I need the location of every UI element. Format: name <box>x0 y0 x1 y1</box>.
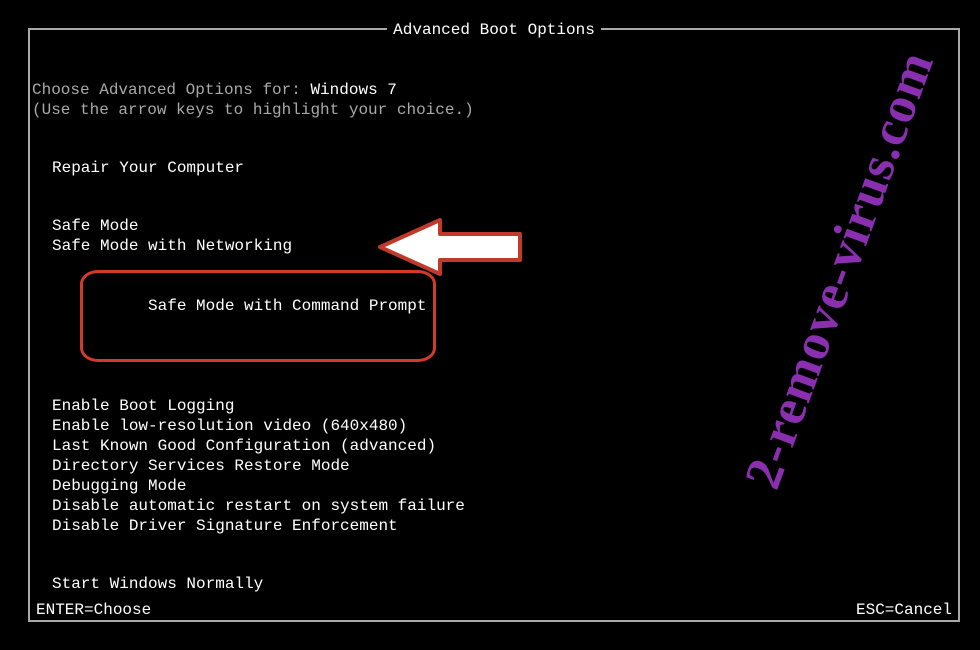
title-bar: Advanced Boot Options <box>28 30 960 50</box>
hint-line: (Use the arrow keys to highlight your ch… <box>32 100 956 120</box>
menu-item-safe-mode-cmd-label: Safe Mode with Command Prompt <box>148 297 426 315</box>
footer-bar: ENTER=Choose ESC=Cancel <box>28 600 960 620</box>
menu-item-ds-restore[interactable]: Directory Services Restore Mode <box>32 456 956 476</box>
menu-item-safe-mode-networking[interactable]: Safe Mode with Networking <box>32 236 956 256</box>
menu-item-start-normally[interactable]: Start Windows Normally <box>32 574 956 594</box>
menu-item-safe-mode[interactable]: Safe Mode <box>32 216 956 236</box>
menu-item-last-known-good[interactable]: Last Known Good Configuration (advanced) <box>32 436 956 456</box>
menu-item-low-res-video[interactable]: Enable low-resolution video (640x480) <box>32 416 956 436</box>
menu-item-boot-logging[interactable]: Enable Boot Logging <box>32 396 956 416</box>
footer-enter: ENTER=Choose <box>36 600 151 620</box>
footer-esc: ESC=Cancel <box>856 600 952 620</box>
menu-item-disable-auto-restart[interactable]: Disable automatic restart on system fail… <box>32 496 956 516</box>
menu-item-debugging[interactable]: Debugging Mode <box>32 476 956 496</box>
menu-item-repair[interactable]: Repair Your Computer <box>32 158 956 178</box>
content-area: Choose Advanced Options for: Windows 7 (… <box>32 80 956 650</box>
page-title: Advanced Boot Options <box>387 20 601 40</box>
menu-item-safe-mode-cmd[interactable]: Safe Mode with Command Prompt <box>32 256 956 376</box>
intro-prefix: Choose Advanced Options for: <box>32 81 310 99</box>
intro-line: Choose Advanced Options for: Windows 7 <box>32 80 956 100</box>
highlight-ring-icon <box>80 270 436 362</box>
os-name: Windows 7 <box>310 81 396 99</box>
menu-item-disable-driver-sig[interactable]: Disable Driver Signature Enforcement <box>32 516 956 536</box>
